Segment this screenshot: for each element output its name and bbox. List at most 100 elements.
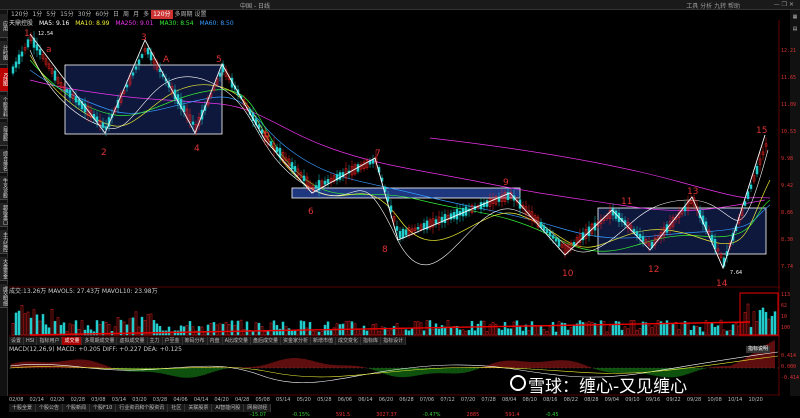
date-label: 03/20: [132, 397, 147, 403]
indicator-tab[interactable]: 户至金: [162, 337, 183, 345]
bottom-tab[interactable]: 行业资讯和个股资讯: [116, 404, 169, 412]
turning-point-label: 12: [648, 265, 659, 275]
date-label: 07/20: [460, 397, 476, 403]
indicator-tab[interactable]: 设置: [9, 337, 25, 345]
volume-bars: [11, 303, 777, 336]
bottom-tab[interactable]: 个股F10: [90, 404, 117, 412]
indicator-tabs: 设置 HSI 指标用户 成交量 多周期成交量 虚拟成交量 主力 户至金 筹码分布 内盘 A比成交量盘…: [9, 337, 479, 345]
status-value: -0.45: [545, 412, 559, 418]
bottom-tab[interactable]: 个股新闻: [63, 404, 91, 412]
indicator-tab[interactable]: 新增市值: [311, 337, 337, 345]
date-label: 06/06: [337, 397, 353, 403]
turning-point-label: a: [46, 45, 52, 55]
turning-point-label: 5: [216, 55, 222, 65]
bottom-tabs: 十股全景 个股公告 个股新闻 个股F10 行业资讯和个股资讯 社区 关联股票 AI智能问股 网易…: [9, 404, 389, 412]
indicator-help-button[interactable]: 指标说明: [746, 346, 771, 353]
volume-header: 成交:13.26万 MAVOL5: 27.43万 MAVOL10: 23.98万: [9, 288, 158, 295]
date-label: 10/14: [727, 397, 743, 403]
date-label: 06/28: [399, 397, 414, 403]
date-label: 08/16: [543, 397, 558, 403]
turning-point-label: 8: [382, 245, 388, 255]
indicator-tab[interactable]: 虚拟成交量: [117, 337, 148, 345]
date-label: 02/28: [70, 397, 86, 403]
indicator-tab[interactable]: 盘后成交量: [250, 337, 281, 345]
turning-point-label: 13: [687, 187, 698, 197]
indicator-tab[interactable]: 主力: [147, 337, 163, 345]
turning-point-label: 10: [562, 269, 574, 279]
date-label: 08/28: [584, 397, 599, 403]
date-label: 03/28: [152, 397, 168, 403]
bottom-tab[interactable]: 社区: [168, 404, 186, 412]
indicator-tab[interactable]: HSI: [24, 337, 38, 345]
date-label: 09/22: [666, 397, 681, 403]
macd-axis-label: 0.414: [781, 353, 796, 359]
bottom-tab[interactable]: AI智能问股: [212, 404, 245, 412]
indicator-tab[interactable]: 筹码分布: [182, 337, 208, 345]
indicator-tab[interactable]: 指标设计: [381, 337, 407, 345]
date-label: 02/20: [50, 397, 65, 403]
price-axis-label: 9.42: [781, 183, 793, 189]
volume-axis-label: 113: [781, 292, 790, 298]
status-value: 591.5: [335, 412, 351, 418]
indicator-tab[interactable]: A比成交量: [222, 337, 251, 345]
indicator-tab[interactable]: 指标用户: [37, 337, 63, 345]
bottom-tab[interactable]: 十股全景: [9, 404, 37, 412]
status-value: -15.07: [250, 412, 267, 418]
macd-axis-label: 0.000: [781, 364, 796, 370]
volume-axis-label: 10: [781, 314, 787, 320]
xueqiu-logo-icon: [510, 375, 526, 391]
bottom-tab[interactable]: 关联股票: [185, 404, 213, 412]
date-label: 03/14: [111, 397, 127, 403]
indicator-tab[interactable]: 资金家分析: [281, 337, 312, 345]
date-label: 07/12: [440, 397, 455, 403]
kline-chart[interactable]: 12.21 11.65 11.09 10.53 9.98 9.42 8.86 8.30 7.74…: [0, 0, 800, 418]
indicator-tab[interactable]: 内盘: [207, 337, 223, 345]
turning-point-label: 7: [375, 149, 381, 159]
date-label: 05/28: [317, 397, 332, 403]
zhongshu-box-2: [291, 187, 521, 199]
status-value: 591.4: [505, 412, 520, 418]
turning-point-label: b: [264, 130, 270, 140]
price-axis-label: 8.30: [781, 237, 793, 243]
turning-point-label: 11: [621, 197, 632, 207]
price-axis-label: 8.86: [781, 210, 793, 216]
date-label: 04/14: [193, 397, 209, 403]
low-price-marker: 7.64: [730, 270, 742, 276]
volume-axis: 113 62 10 100: [781, 292, 790, 331]
price-axis: 12.21 11.65 11.09 10.53 9.98 9.42 8.86 8.30 7.74: [781, 48, 796, 270]
volume-axis-label: 100: [781, 325, 790, 331]
status-bar: -15.07 -0.15% 591.5 3027.37 -0.47% 2885 591.4 -…: [250, 412, 790, 418]
indicator-tab[interactable]: 成交量: [62, 337, 83, 345]
turning-point-label: 4: [194, 144, 200, 154]
date-label: 07/28: [481, 397, 496, 403]
date-label: 04/20: [214, 397, 229, 403]
price-axis-label: 12.21: [781, 48, 796, 54]
date-label: 09/04: [604, 397, 620, 403]
macd-axis-label: -0.414: [781, 375, 799, 381]
date-label: 05/20: [296, 397, 311, 403]
status-value: -0.15%: [292, 412, 310, 418]
date-label: 02/14: [29, 397, 44, 403]
date-label: 04/28: [234, 397, 250, 403]
turning-point-label: 9: [503, 178, 509, 188]
indicator-tab[interactable]: 指标库: [361, 337, 382, 345]
date-label: 08/04: [501, 397, 517, 403]
macd-axis: 0.414 0.000 -0.414: [781, 353, 799, 381]
high-price-marker: 12.54: [38, 31, 53, 37]
date-label: 03/08: [91, 397, 106, 403]
turning-point-label: 1: [24, 29, 30, 39]
date-label: 06/14: [358, 397, 373, 403]
volume-axis-label: 62: [781, 303, 787, 309]
indicator-tab[interactable]: 多周期成交量: [82, 337, 118, 345]
turning-point-label: 15: [756, 126, 767, 136]
indicator-tab[interactable]: 成交变化: [336, 337, 362, 345]
date-label: 02/08: [9, 397, 24, 403]
status-value: 2885: [466, 412, 480, 418]
date-label: 05/14: [276, 397, 291, 403]
date-label: 10/08: [707, 397, 722, 403]
bottom-tab[interactable]: 网易财经: [244, 404, 272, 412]
status-value: 3027.37: [376, 412, 397, 418]
bottom-tab[interactable]: 个股公告: [36, 404, 64, 412]
price-axis-label: 9.98: [781, 156, 793, 162]
date-label: 09/16: [645, 397, 661, 403]
